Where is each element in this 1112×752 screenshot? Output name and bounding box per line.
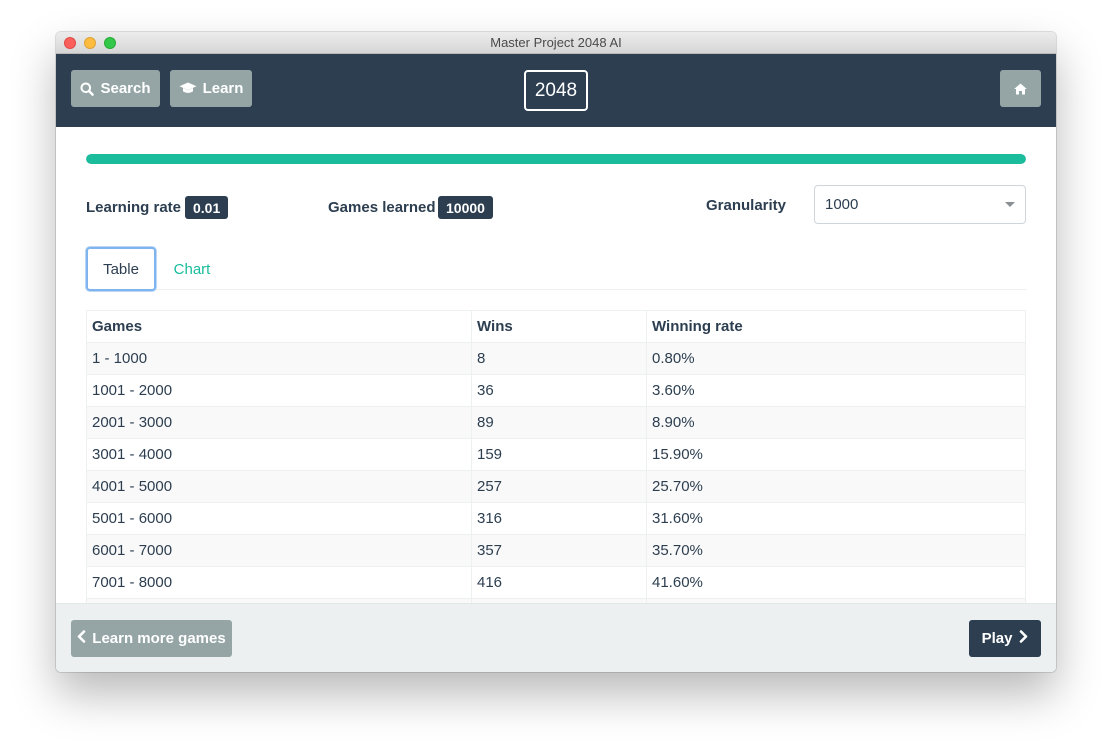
window-title: Master Project 2048 AI: [490, 35, 622, 50]
play-button[interactable]: Play: [969, 620, 1041, 657]
learn-more-games-label: Learn more games: [92, 630, 226, 647]
table-row: 4001 - 5000 257 25.70%: [86, 470, 1026, 503]
title-bar: Master Project 2048 AI: [56, 32, 1056, 54]
search-button[interactable]: Search: [71, 70, 160, 107]
games-cell: 3001 - 4000: [86, 438, 472, 471]
table-row: 6001 - 7000 357 35.70%: [86, 534, 1026, 567]
winning-rate-cell: 8.90%: [646, 406, 1026, 439]
games-cell: 1 - 1000: [86, 342, 472, 375]
table-row: 1 - 1000 8 0.80%: [86, 342, 1026, 375]
learn-page: Learning rate 0.01 Games learned 10000 G…: [56, 127, 1056, 603]
wins-cell: 316: [471, 502, 647, 535]
learning-progress-bar: [86, 154, 1026, 164]
games-cell: 5001 - 6000: [86, 502, 472, 535]
search-icon: [80, 82, 95, 96]
search-button-label: Search: [100, 80, 151, 97]
wins-cell: 357: [471, 534, 647, 567]
granularity-select[interactable]: 1000: [814, 185, 1026, 224]
learning-rate-label: Learning rate: [86, 199, 182, 216]
home-icon: [1014, 83, 1027, 95]
tab-chart[interactable]: Chart: [164, 247, 220, 291]
column-header-winning-rate: Winning rate: [646, 310, 1026, 343]
games-cell: 6001 - 7000: [86, 534, 472, 567]
games-cell: 2001 - 3000: [86, 406, 472, 439]
table-row: 5001 - 6000 316 31.60%: [86, 502, 1026, 535]
games-cell: 4001 - 5000: [86, 470, 472, 503]
learning-progress-fill: [86, 154, 1026, 164]
table-row: 3001 - 4000 159 15.90%: [86, 438, 1026, 471]
chevron-right-icon: [1019, 630, 1028, 647]
games-cell: 7001 - 8000: [86, 566, 472, 599]
winning-rate-cell: 3.60%: [646, 374, 1026, 407]
learn-button-label: Learn: [202, 80, 244, 97]
winning-rate-cell: 35.70%: [646, 534, 1026, 567]
winning-rate-cell: 25.70%: [646, 470, 1026, 503]
table-row: 1001 - 2000 36 3.60%: [86, 374, 1026, 407]
winning-rate-cell: 31.60%: [646, 502, 1026, 535]
tab-table[interactable]: Table: [86, 247, 156, 291]
column-header-wins: Wins: [471, 310, 647, 343]
chevron-down-icon: [1005, 202, 1015, 207]
column-header-games: Games: [86, 310, 472, 343]
wins-cell: 36: [471, 374, 647, 407]
learning-rate-badge: 0.01: [185, 196, 229, 219]
view-tabs: Table Chart: [86, 247, 1026, 291]
winning-rate-cell: 0.80%: [646, 342, 1026, 375]
chevron-left-icon: [77, 630, 86, 647]
wins-cell: 159: [471, 438, 647, 471]
winning-rate-cell: 15.90%: [646, 438, 1026, 471]
play-button-label: Play: [981, 630, 1013, 647]
learn-more-games-button[interactable]: Learn more games: [71, 620, 232, 657]
brand-logo[interactable]: 2048: [524, 70, 588, 111]
table-row: 2001 - 3000 89 8.90%: [86, 406, 1026, 439]
wins-cell: 89: [471, 406, 647, 439]
home-button[interactable]: [1000, 70, 1041, 107]
granularity-label: Granularity: [706, 197, 787, 214]
graduation-cap-icon: [179, 82, 197, 95]
wins-cell: 8: [471, 342, 647, 375]
wins-cell: 257: [471, 470, 647, 503]
wins-cell: 416: [471, 566, 647, 599]
granularity-selected-value: 1000: [825, 196, 859, 213]
winning-rate-cell: 41.60%: [646, 566, 1026, 599]
games-learned-badge: 10000: [438, 196, 493, 219]
navbar: Search Learn 2048: [56, 54, 1056, 127]
learn-button[interactable]: Learn: [170, 70, 252, 107]
games-learned-label: Games learned: [328, 199, 436, 216]
results-table: Games Wins Winning rate 1 - 1000 8 0.80%…: [86, 310, 1026, 603]
table-row: 7001 - 8000 416 41.60%: [86, 566, 1026, 599]
table-header-row: Games Wins Winning rate: [86, 310, 1026, 343]
app-window: Master Project 2048 AI Search Learn 2048…: [56, 32, 1056, 672]
games-cell: 1001 - 2000: [86, 374, 472, 407]
footer-bar: Learn more games Play: [56, 603, 1056, 672]
